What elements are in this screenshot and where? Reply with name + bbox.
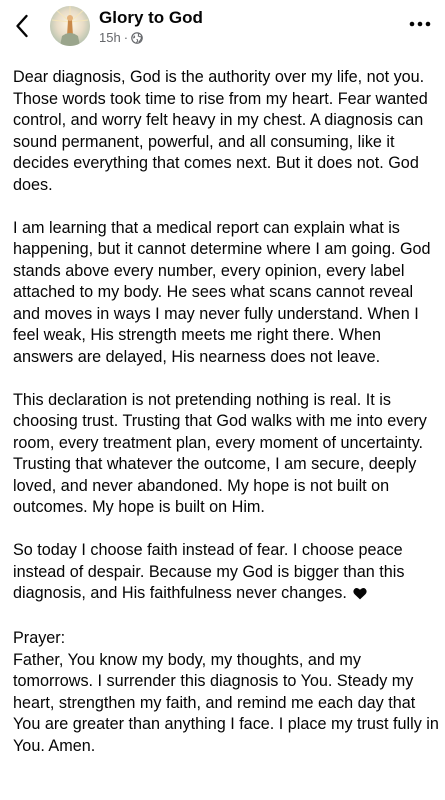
back-button[interactable]	[10, 12, 34, 40]
more-horizontal-icon	[409, 21, 431, 27]
post-meta: 15h ·	[99, 30, 143, 46]
globe-icon[interactable]	[131, 32, 143, 44]
timestamp[interactable]: 15h	[99, 30, 121, 46]
avatar[interactable]	[50, 6, 90, 46]
more-options-button[interactable]	[407, 14, 433, 34]
post-paragraph: I am learning that a medical report can …	[13, 218, 431, 366]
page-name[interactable]: Glory to God	[99, 8, 203, 28]
meta-separator: ·	[123, 30, 129, 45]
black-heart-icon	[353, 585, 367, 607]
prayer-label: Prayer:	[13, 629, 66, 647]
post-body: Dear diagnosis, God is the authority ove…	[13, 67, 439, 757]
avatar-image	[50, 6, 90, 46]
prayer-text: Father, You know my body, my thoughts, a…	[13, 650, 439, 755]
post-paragraph: Dear diagnosis, God is the authority ove…	[13, 68, 428, 194]
post-header: Glory to God 15h ·	[0, 0, 445, 56]
chevron-left-icon	[16, 14, 28, 38]
post-paragraph: This declaration is not pretending nothi…	[13, 390, 427, 517]
post-paragraph-with-emoji: So today I choose faith instead of fear.…	[13, 540, 439, 607]
prayer-block: Prayer: Father, You know my body, my thou…	[13, 628, 439, 757]
post-paragraph: So today I choose faith instead of fear.…	[13, 541, 405, 602]
